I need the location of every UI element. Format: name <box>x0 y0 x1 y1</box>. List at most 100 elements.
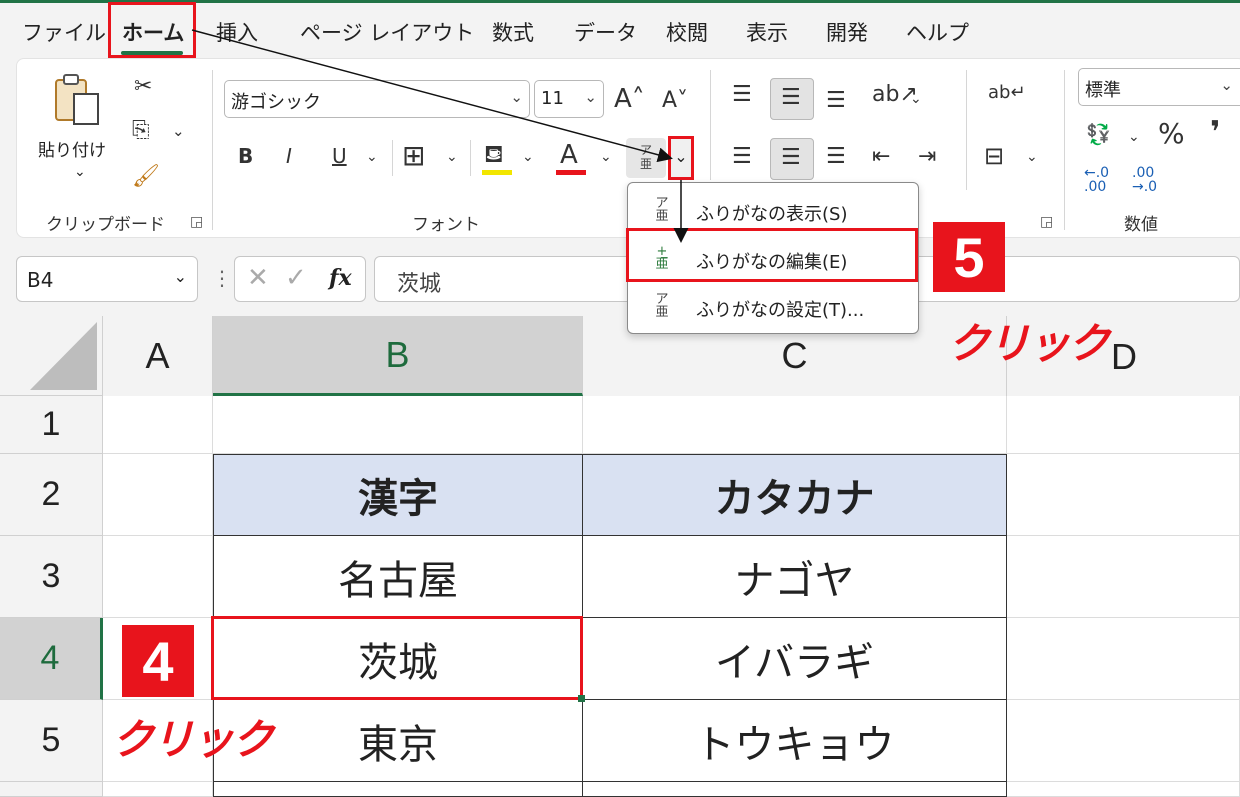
row-header-3[interactable]: 3 <box>0 536 103 618</box>
divider <box>966 70 967 190</box>
cell-c4[interactable]: イバラギ <box>582 617 1007 700</box>
select-all-corner[interactable] <box>0 316 103 396</box>
furigana-show-icon: ア亜 <box>655 196 669 224</box>
decrease-font-size-icon[interactable]: A˅ <box>662 90 688 112</box>
cell-b1[interactable] <box>213 396 583 454</box>
cell-c5[interactable]: トウキョウ <box>582 699 1007 782</box>
cancel-icon[interactable]: ✕ <box>247 263 269 293</box>
more-options-icon[interactable]: ⋮ <box>212 266 232 290</box>
cell-a1[interactable] <box>103 396 213 454</box>
menu-item-furigana-settings[interactable]: ア亜 ふりがなの設定(T)... <box>628 283 918 331</box>
row-header-2[interactable]: 2 <box>0 454 103 536</box>
furigana-button[interactable]: ア亜 <box>626 138 666 178</box>
tab-formulas[interactable]: 数式 <box>492 17 534 47</box>
scissors-icon[interactable]: ✂ <box>134 76 152 98</box>
chevron-down-icon[interactable]: ⌄ <box>522 150 534 164</box>
font-color-icon[interactable]: A <box>560 142 578 168</box>
chevron-down-icon[interactable]: ⌄ <box>1026 150 1038 164</box>
cell-d6[interactable] <box>1007 782 1240 797</box>
increase-decimal-icon[interactable]: ←.0.00 <box>1084 166 1109 194</box>
formula-value: 茨城 <box>397 272 442 297</box>
cell-c2[interactable]: カタカナ <box>582 454 1007 536</box>
cell-d5[interactable] <box>1007 700 1240 782</box>
accounting-format-icon[interactable]: 💱 <box>1086 124 1111 144</box>
fill-handle[interactable] <box>578 695 585 702</box>
merge-center-icon[interactable]: ⊟ <box>984 144 1004 168</box>
cell-b2[interactable]: 漢字 <box>213 454 583 536</box>
percent-style-button[interactable]: % <box>1158 120 1185 148</box>
font-size-combobox[interactable]: 11 ⌄ <box>534 80 604 118</box>
decrease-indent-icon[interactable]: ⇤ <box>872 146 890 168</box>
align-middle-button[interactable]: ☰ <box>770 78 814 120</box>
underline-button[interactable]: U <box>332 146 347 166</box>
insert-function-button[interactable]: fx <box>329 265 352 291</box>
click-annotation-4: クリック <box>112 715 274 764</box>
increase-indent-icon[interactable]: ⇥ <box>918 146 936 168</box>
tab-file[interactable]: ファイル <box>22 17 106 47</box>
cell-c1[interactable] <box>583 396 1007 454</box>
cell-b6[interactable] <box>213 781 583 797</box>
chevron-down-icon[interactable]: ⌄ <box>1128 130 1140 144</box>
align-top-icon[interactable]: ☰ <box>732 84 752 106</box>
bold-button[interactable]: B <box>238 146 253 166</box>
dialog-launcher-icon[interactable]: ◲ <box>190 214 203 230</box>
cell-a2[interactable] <box>103 454 213 536</box>
tab-page-layout[interactable]: ページ レイアウト <box>300 17 474 47</box>
align-bottom-icon[interactable]: ☰ <box>826 90 846 112</box>
chevron-down-icon[interactable]: ⌄ <box>366 150 378 164</box>
decrease-decimal-icon[interactable]: .00 →.0 <box>1132 166 1157 194</box>
cell-d3[interactable] <box>1007 536 1240 618</box>
edit-furigana-highlight-box <box>626 228 918 282</box>
column-header-a[interactable]: A <box>103 316 213 396</box>
chevron-down-icon[interactable]: ⌄ <box>172 124 185 139</box>
row-header-1[interactable]: 1 <box>0 396 103 454</box>
tab-review[interactable]: 校閲 <box>666 17 708 47</box>
tab-data[interactable]: データ <box>574 17 637 47</box>
font-group-label: フォント <box>412 215 480 235</box>
italic-button[interactable]: I <box>286 146 292 166</box>
cell-b3[interactable]: 名古屋 <box>213 535 583 618</box>
chevron-down-icon[interactable]: ⌄ <box>446 150 458 164</box>
cell-d4[interactable] <box>1007 618 1240 700</box>
row-header-4[interactable]: 4 <box>0 618 103 700</box>
copy-icon[interactable]: ⎘ <box>132 120 150 142</box>
row-header-5[interactable]: 5 <box>0 700 103 782</box>
number-format-combobox[interactable]: 標準 ⌄ <box>1078 68 1240 106</box>
chevron-down-icon[interactable]: ⌄ <box>600 150 612 164</box>
column-header-b[interactable]: B <box>213 316 583 396</box>
enter-icon[interactable]: ✓ <box>285 263 307 293</box>
menu-item-label: ふりがなの設定(T)... <box>696 300 865 321</box>
dialog-launcher-icon[interactable]: ◲ <box>1040 214 1053 230</box>
name-box-value: B4 <box>27 268 54 292</box>
cell-a3[interactable] <box>103 536 213 618</box>
border-icon[interactable]: ⊞ <box>402 142 425 170</box>
name-box[interactable]: B4 ⌄ <box>16 256 198 302</box>
wrap-text-icon[interactable]: ab↵ <box>988 84 1026 102</box>
align-right-icon[interactable]: ☰ <box>826 146 846 168</box>
cell-d2[interactable] <box>1007 454 1240 536</box>
tab-insert[interactable]: 挿入 <box>216 17 258 47</box>
align-middle-icon: ☰ <box>781 85 801 110</box>
increase-font-size-icon[interactable]: A˄ <box>614 86 645 112</box>
cell-c6[interactable] <box>582 781 1007 797</box>
cell-d1[interactable] <box>1007 396 1240 454</box>
fill-color-icon[interactable]: ⛾ <box>484 142 504 166</box>
number-group-label: 数値 <box>1124 215 1158 235</box>
furigana-dropdown-button[interactable]: ⌄ <box>668 136 694 180</box>
row-header-6[interactable] <box>0 782 103 797</box>
cell-a6[interactable] <box>103 782 213 797</box>
tab-help[interactable]: ヘルプ <box>906 17 969 47</box>
clipboard-icon <box>55 74 99 125</box>
divider <box>1064 70 1065 230</box>
tab-developer[interactable]: 開発 <box>826 17 868 47</box>
format-painter-icon[interactable]: 🖌 <box>132 166 160 188</box>
cell-c3[interactable]: ナゴヤ <box>582 535 1007 618</box>
align-center-button[interactable]: ☰ <box>770 138 814 180</box>
align-left-icon[interactable]: ☰ <box>732 146 752 168</box>
comma-style-button[interactable]: ❜ <box>1210 118 1220 148</box>
paste-button[interactable]: 貼り付け ⌄ <box>38 72 118 192</box>
tab-view[interactable]: 表示 <box>746 17 788 47</box>
select-all-triangle-icon <box>30 322 97 390</box>
chevron-down-icon[interactable]: ⌄ <box>910 92 922 106</box>
font-name-combobox[interactable]: 游ゴシック ⌄ <box>224 80 530 118</box>
